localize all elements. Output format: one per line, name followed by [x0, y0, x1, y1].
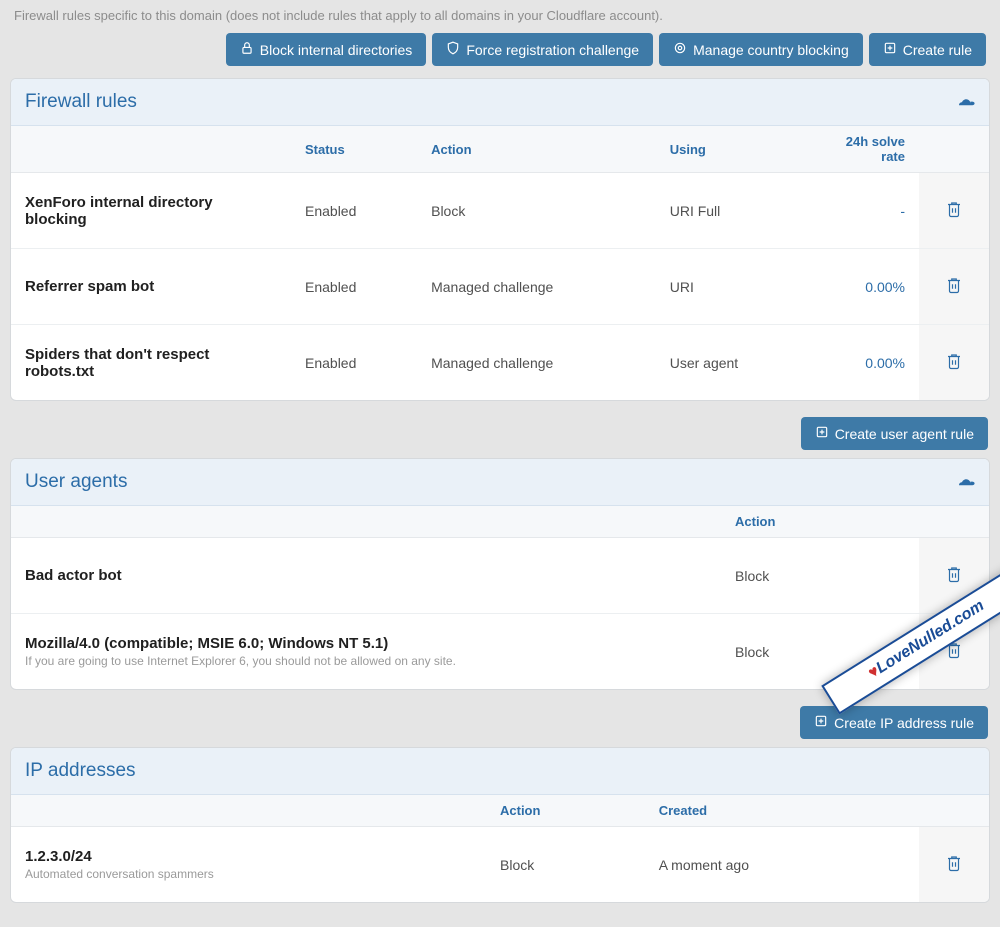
cloudflare-icon [955, 471, 975, 493]
ip-panel-title: IP addresses [25, 760, 136, 782]
rule-status: Enabled [291, 173, 417, 249]
col-created: Created [645, 795, 919, 827]
rule-status: Enabled [291, 325, 417, 401]
table-row: Referrer spam bot Enabled Managed challe… [11, 249, 989, 325]
manage-country-button[interactable]: Manage country blocking [659, 33, 863, 66]
plus-box-icon [883, 41, 897, 58]
block-directories-label: Block internal directories [260, 42, 413, 58]
rule-name: Spiders that don't respect robots.txt [11, 325, 291, 401]
user-agents-panel: User agents Action Bad actor bot Block [10, 458, 990, 690]
ip-created: A moment ago [645, 827, 919, 903]
col-status: Status [291, 126, 417, 173]
ua-desc: If you are going to use Internet Explore… [25, 654, 707, 668]
rule-action: Managed challenge [417, 325, 656, 401]
rule-name: Referrer spam bot [11, 249, 291, 325]
user-agents-table: Action Bad actor bot Block Mozilla/4.0 (… [11, 506, 989, 689]
create-ip-label: Create IP address rule [834, 715, 974, 731]
intro-text: Firewall rules specific to this domain (… [10, 8, 990, 23]
plus-box-icon [815, 425, 829, 442]
create-ua-label: Create user agent rule [835, 426, 974, 442]
delete-button[interactable] [933, 339, 975, 386]
firewall-rules-panel: Firewall rules Status Action Using 24h s… [10, 78, 990, 401]
table-row: XenForo internal directory blocking Enab… [11, 173, 989, 249]
rule-name: XenForo internal directory blocking [11, 173, 291, 249]
target-icon [673, 41, 687, 58]
ip-addresses-panel: IP addresses Action Created 1.2.3.0/24 A… [10, 747, 990, 903]
lock-icon [240, 41, 254, 58]
rule-action: Block [417, 173, 656, 249]
force-registration-button[interactable]: Force registration challenge [432, 33, 653, 66]
ip-action: Block [486, 827, 645, 903]
block-directories-button[interactable]: Block internal directories [226, 33, 427, 66]
ip-addresses-table: Action Created 1.2.3.0/24 Automated conv… [11, 795, 989, 902]
col-action: Action [486, 795, 645, 827]
shield-icon [446, 41, 460, 58]
ua-name: Bad actor bot [25, 567, 707, 584]
rule-using: URI Full [656, 173, 809, 249]
firewall-rules-table: Status Action Using 24h solve rate XenFo… [11, 126, 989, 400]
col-action: Action [721, 506, 919, 538]
ua-panel-title: User agents [25, 471, 127, 493]
rule-using: URI [656, 249, 809, 325]
delete-button[interactable] [933, 263, 975, 310]
firewall-panel-title: Firewall rules [25, 91, 137, 113]
table-row: 1.2.3.0/24 Automated conversation spamme… [11, 827, 989, 903]
manage-country-label: Manage country blocking [693, 42, 849, 58]
create-user-agent-rule-button[interactable]: Create user agent rule [801, 417, 988, 450]
create-rule-label: Create rule [903, 42, 972, 58]
cloudflare-icon [955, 91, 975, 113]
rule-action: Managed challenge [417, 249, 656, 325]
delete-button[interactable] [933, 552, 975, 599]
force-registration-label: Force registration challenge [466, 42, 639, 58]
delete-button[interactable] [933, 841, 975, 888]
rule-rate: 0.00% [865, 355, 905, 371]
main-toolbar: Block internal directories Force registr… [10, 33, 990, 66]
rule-rate: 0.00% [865, 279, 905, 295]
delete-button[interactable] [933, 187, 975, 234]
create-ip-rule-button[interactable]: Create IP address rule [800, 706, 988, 739]
ip-name: 1.2.3.0/24 [25, 848, 472, 865]
rule-rate: - [900, 203, 905, 219]
ua-name: Mozilla/4.0 (compatible; MSIE 6.0; Windo… [25, 635, 707, 652]
create-rule-button[interactable]: Create rule [869, 33, 986, 66]
plus-box-icon [814, 714, 828, 731]
rule-status: Enabled [291, 249, 417, 325]
table-row: Spiders that don't respect robots.txt En… [11, 325, 989, 401]
table-row: Bad actor bot Block [11, 538, 989, 614]
col-action: Action [417, 126, 656, 173]
ip-desc: Automated conversation spammers [25, 867, 472, 881]
col-rate: 24h solve rate [809, 126, 919, 173]
col-using: Using [656, 126, 809, 173]
ua-action: Block [721, 538, 919, 614]
rule-using: User agent [656, 325, 809, 401]
